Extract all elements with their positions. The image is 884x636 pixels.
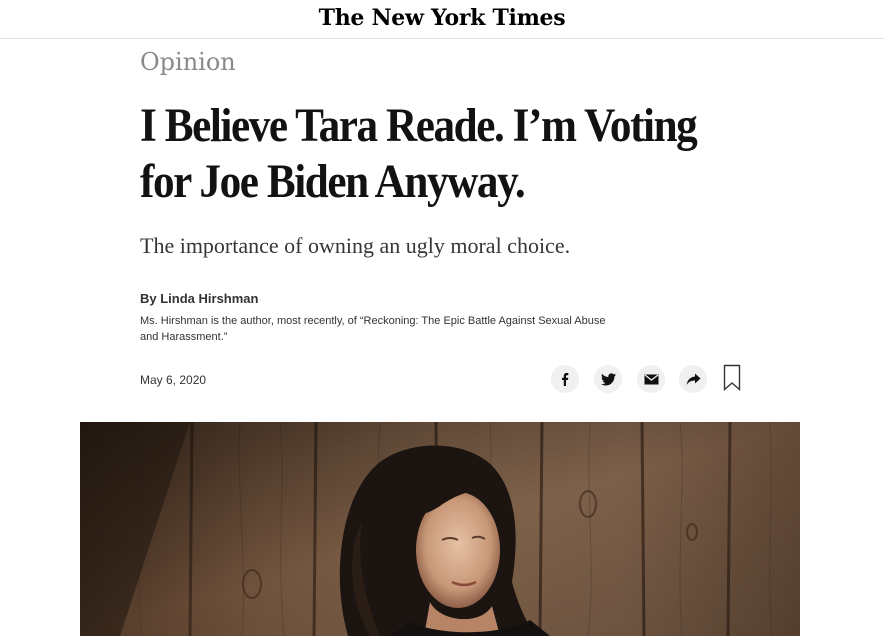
hero-photo-image xyxy=(80,422,800,636)
email-icon xyxy=(644,373,658,384)
publish-date: May 6, 2020 xyxy=(140,373,207,387)
author-byline: By Linda Hirshman xyxy=(140,291,259,306)
share-icon xyxy=(686,373,700,385)
bookmark-icon xyxy=(723,364,741,392)
more-share-button[interactable] xyxy=(679,365,707,393)
nyt-logo[interactable]: The New York Times xyxy=(0,4,884,32)
email-share-button[interactable] xyxy=(637,365,665,393)
facebook-icon xyxy=(562,373,569,386)
masthead: The New York Times xyxy=(0,0,884,39)
section-kicker[interactable]: Opinion xyxy=(140,46,236,78)
twitter-share-button[interactable] xyxy=(594,365,622,393)
facebook-share-button[interactable] xyxy=(551,365,579,393)
article-headline: I Believe Tara Reade. I’m Voting for Joe… xyxy=(140,99,698,208)
twitter-icon xyxy=(600,372,616,385)
hero-photo xyxy=(80,422,800,636)
save-bookmark-button[interactable] xyxy=(723,364,741,392)
article-summary: The importance of owning an ugly moral c… xyxy=(140,233,571,258)
author-bio: Ms. Hirshman is the author, most recentl… xyxy=(140,315,606,343)
